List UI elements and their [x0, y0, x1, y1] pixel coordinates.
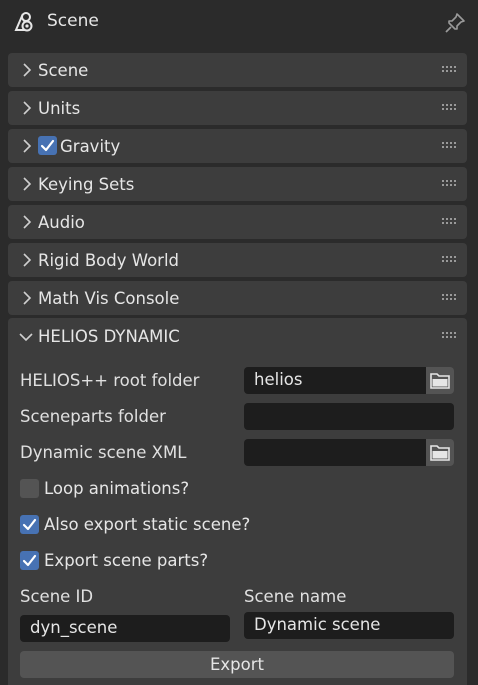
chevron-right-icon [23, 177, 32, 191]
chevron-right-icon [23, 291, 32, 305]
panel-label[interactable]: HELIOS DYNAMIC [38, 327, 180, 346]
root-folder-browse-button[interactable] [426, 367, 454, 394]
scene-id-label: Scene ID [20, 587, 94, 606]
panel-label: Rigid Body World [38, 251, 180, 270]
panel-scene[interactable]: Scene [8, 53, 467, 87]
folder-icon [430, 445, 450, 461]
dynamic-scene-xml-field[interactable] [244, 439, 426, 466]
export-static-scene-checkbox[interactable] [20, 515, 39, 534]
panel-label: Math Vis Console [38, 289, 180, 308]
chevron-down-icon[interactable] [18, 330, 34, 344]
checkmark-icon [22, 554, 37, 567]
chevron-right-icon [23, 215, 32, 229]
panel-rigid-body-world[interactable]: Rigid Body World [8, 243, 467, 277]
root-folder-label: HELIOS++ root folder [20, 371, 200, 390]
checkmark-icon [22, 518, 37, 531]
loop-animations-label: Loop animations? [44, 479, 190, 498]
panel-math-vis-console[interactable]: Math Vis Console [8, 281, 467, 315]
drag-handle-icon[interactable] [442, 65, 456, 73]
drag-handle-icon[interactable] [442, 141, 456, 149]
dynamic-scene-xml-label: Dynamic scene XML [20, 443, 187, 462]
panel-label: Gravity [60, 137, 121, 156]
drag-handle-icon[interactable] [442, 217, 456, 225]
scene-icon [12, 10, 36, 34]
panel-helios-dynamic: HELIOS DYNAMIC HELIOS++ root folder heli… [8, 318, 467, 685]
drag-handle-icon[interactable] [442, 331, 456, 339]
loop-animations-checkbox[interactable] [20, 479, 39, 498]
drag-handle-icon[interactable] [442, 293, 456, 301]
editor-header: Scene [0, 0, 478, 46]
dynamic-scene-xml-browse-button[interactable] [426, 439, 454, 466]
export-button[interactable]: Export [20, 651, 454, 678]
scene-name-label: Scene name [244, 587, 347, 606]
properties-editor: Scene Scene Units Gravity Keying Sets Au… [0, 0, 478, 685]
scene-id-field[interactable]: dyn_scene [20, 615, 230, 642]
panel-keying-sets[interactable]: Keying Sets [8, 167, 467, 201]
root-folder-field[interactable]: helios [244, 367, 426, 394]
drag-handle-icon[interactable] [442, 103, 456, 111]
panel-label: Units [38, 99, 81, 118]
pin-icon[interactable] [443, 11, 467, 35]
export-static-scene-label: Also export static scene? [44, 515, 251, 534]
panel-audio[interactable]: Audio [8, 205, 467, 239]
folder-icon [430, 373, 450, 389]
gravity-checkbox[interactable] [38, 136, 57, 155]
chevron-right-icon [23, 139, 32, 153]
scene-name-field[interactable]: Dynamic scene [244, 612, 454, 639]
chevron-right-icon [23, 101, 32, 115]
export-scene-parts-checkbox[interactable] [20, 551, 39, 570]
panel-label: Audio [38, 213, 85, 232]
sceneparts-folder-field[interactable] [244, 403, 454, 430]
panel-label: Scene [38, 61, 89, 80]
editor-title: Scene [47, 11, 99, 31]
drag-handle-icon[interactable] [442, 179, 456, 187]
drag-handle-icon[interactable] [442, 255, 456, 263]
panel-units[interactable]: Units [8, 91, 467, 125]
chevron-right-icon [23, 253, 32, 267]
panel-gravity[interactable]: Gravity [8, 129, 467, 163]
export-scene-parts-label: Export scene parts? [44, 551, 209, 570]
panel-label: Keying Sets [38, 175, 135, 194]
chevron-right-icon [23, 63, 32, 77]
sceneparts-folder-label: Sceneparts folder [20, 407, 166, 426]
